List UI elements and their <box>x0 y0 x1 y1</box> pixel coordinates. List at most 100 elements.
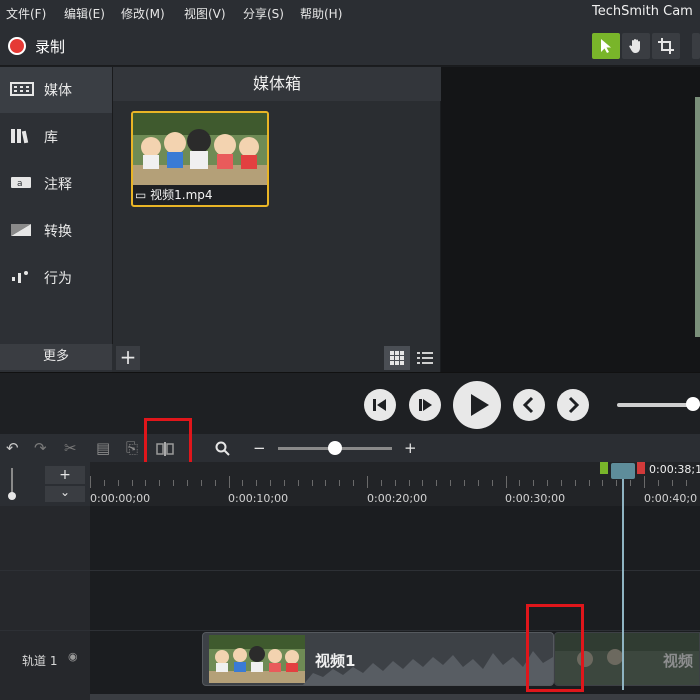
zoom-out-button[interactable]: − <box>253 439 266 457</box>
svg-text:a: a <box>17 179 23 189</box>
ruler-tick <box>491 480 493 486</box>
ruler-tick <box>602 480 604 486</box>
more-tools-button[interactable] <box>692 33 700 59</box>
track-visibility-icon[interactable]: ◉ <box>68 650 78 663</box>
ruler-tick <box>90 476 91 488</box>
menu-file[interactable]: 文件(F) <box>6 5 46 22</box>
crop-tool-icon[interactable] <box>652 33 680 59</box>
sidebar-item-label: 媒体 <box>44 83 72 99</box>
cut-icon[interactable]: ✂ <box>64 439 77 457</box>
clip-thumbnail-image <box>209 635 305 683</box>
library-icon <box>11 129 29 144</box>
copy-icon[interactable]: ▤ <box>96 439 110 457</box>
track-headers: 轨道 1 ◉ <box>0 506 90 700</box>
timeline-clip[interactable]: 视频1 <box>202 632 554 686</box>
grid-view-icon[interactable] <box>384 346 410 370</box>
ruler-tick <box>339 480 341 486</box>
ruler-tick <box>450 480 452 486</box>
ruler-tick <box>353 480 355 486</box>
undo-icon[interactable]: ↶ <box>6 439 19 457</box>
media-bin-footer: + <box>112 344 440 372</box>
track-controls-header: + ⌄ <box>0 462 90 506</box>
ruler-tick <box>131 480 133 486</box>
step-back-icon[interactable] <box>364 389 396 421</box>
ruler-tick <box>117 480 119 486</box>
preview-video-edge <box>695 97 700 337</box>
play-icon[interactable] <box>453 381 501 429</box>
playhead-handle[interactable] <box>611 463 635 479</box>
ruler-tick <box>145 480 147 486</box>
sidebar-item-behaviors[interactable]: 行为 <box>0 255 112 301</box>
ruler-tick <box>394 480 396 486</box>
ruler-tick <box>657 480 659 486</box>
playhead-time: 0:00:38;1 <box>649 463 700 476</box>
ruler-tick <box>671 480 673 486</box>
add-track-button[interactable]: + <box>45 466 85 484</box>
zoom-icon <box>215 441 231 457</box>
record-icon[interactable] <box>8 37 26 55</box>
collapse-tracks-button[interactable]: ⌄ <box>45 486 85 502</box>
zoom-slider-handle[interactable] <box>328 441 342 455</box>
ruler-tick <box>505 476 507 488</box>
ruler-tick <box>311 480 313 486</box>
ruler-tick <box>103 480 105 486</box>
record-bar: 录制 <box>0 26 700 66</box>
canvas-preview[interactable] <box>441 67 700 372</box>
selection-start-marker[interactable] <box>600 462 608 474</box>
menu-help[interactable]: 帮助(H) <box>300 5 342 22</box>
redo-icon[interactable]: ↷ <box>34 439 47 457</box>
preview-scrubber-handle[interactable] <box>686 397 700 411</box>
next-frame-icon[interactable] <box>557 389 589 421</box>
pointer-tool-icon[interactable] <box>592 33 620 59</box>
ruler-tick <box>380 480 382 486</box>
ruler-label: 0:00:00;00 <box>90 492 151 505</box>
add-media-button[interactable]: + <box>116 346 140 370</box>
playhead-line <box>622 476 624 690</box>
ruler-tick <box>547 480 549 486</box>
sidebar-item-label: 行为 <box>44 271 72 287</box>
record-button[interactable]: 录制 <box>35 36 65 57</box>
selection-end-marker[interactable] <box>637 462 645 474</box>
ruler-label: 0:00:10;00 <box>228 492 289 505</box>
sidebar: 媒体 库 a 注释 转换 行为 <box>0 67 112 372</box>
ruler-label: 0:00:20;00 <box>367 492 428 505</box>
ruler-tick <box>630 480 632 486</box>
more-button[interactable]: 更多 <box>0 344 112 370</box>
ruler-tick <box>644 476 645 488</box>
zoom-in-button[interactable]: + <box>404 439 417 457</box>
menu-share[interactable]: 分享(S) <box>243 5 284 22</box>
sidebar-item-label: 库 <box>44 130 58 146</box>
ruler-tick <box>616 480 618 486</box>
media-bin-title: 媒体箱 <box>113 67 441 101</box>
step-forward-icon[interactable] <box>409 389 441 421</box>
sidebar-item-media[interactable]: 媒体 <box>0 67 112 113</box>
list-view-icon[interactable] <box>412 346 438 370</box>
ruler-tick <box>325 480 327 486</box>
paste-icon[interactable]: ⎘ <box>126 439 138 457</box>
ruler-tick <box>463 480 465 486</box>
previous-frame-icon[interactable] <box>513 389 545 421</box>
menu-edit[interactable]: 编辑(E) <box>64 5 105 22</box>
ruler-tick <box>173 480 175 486</box>
sidebar-item-transitions[interactable]: 转换 <box>0 208 112 254</box>
hand-tool-icon[interactable] <box>622 33 650 59</box>
timeline-scrollbar[interactable] <box>90 694 700 700</box>
sidebar-item-library[interactable]: 库 <box>0 114 112 160</box>
ruler-label: 0:00:30;00 <box>505 492 566 505</box>
ruler-tick <box>186 480 188 486</box>
clip-label: 视频1 <box>315 652 356 670</box>
timeline-ruler[interactable]: 0:00:00;00 0:00:10;00 0:00:20;00 0:00:30… <box>90 462 700 506</box>
menu-view[interactable]: 视图(V) <box>184 5 226 22</box>
media-clip-thumbnail[interactable]: ▭ 视频1.mp4 <box>131 111 269 207</box>
ruler-label: 0:00:40;0 <box>644 492 698 505</box>
transition-icon <box>11 224 31 236</box>
sidebar-item-annotations[interactable]: a 注释 <box>0 161 112 207</box>
ruler-tick <box>270 480 272 486</box>
film-icon <box>10 82 34 96</box>
ruler-tick <box>297 480 299 486</box>
ruler-tick <box>533 480 535 486</box>
track-1-label[interactable]: 轨道 1 <box>22 652 57 669</box>
ruler-tick <box>422 480 424 486</box>
track-height-slider[interactable] <box>8 468 16 500</box>
menu-modify[interactable]: 修改(M) <box>121 5 165 22</box>
